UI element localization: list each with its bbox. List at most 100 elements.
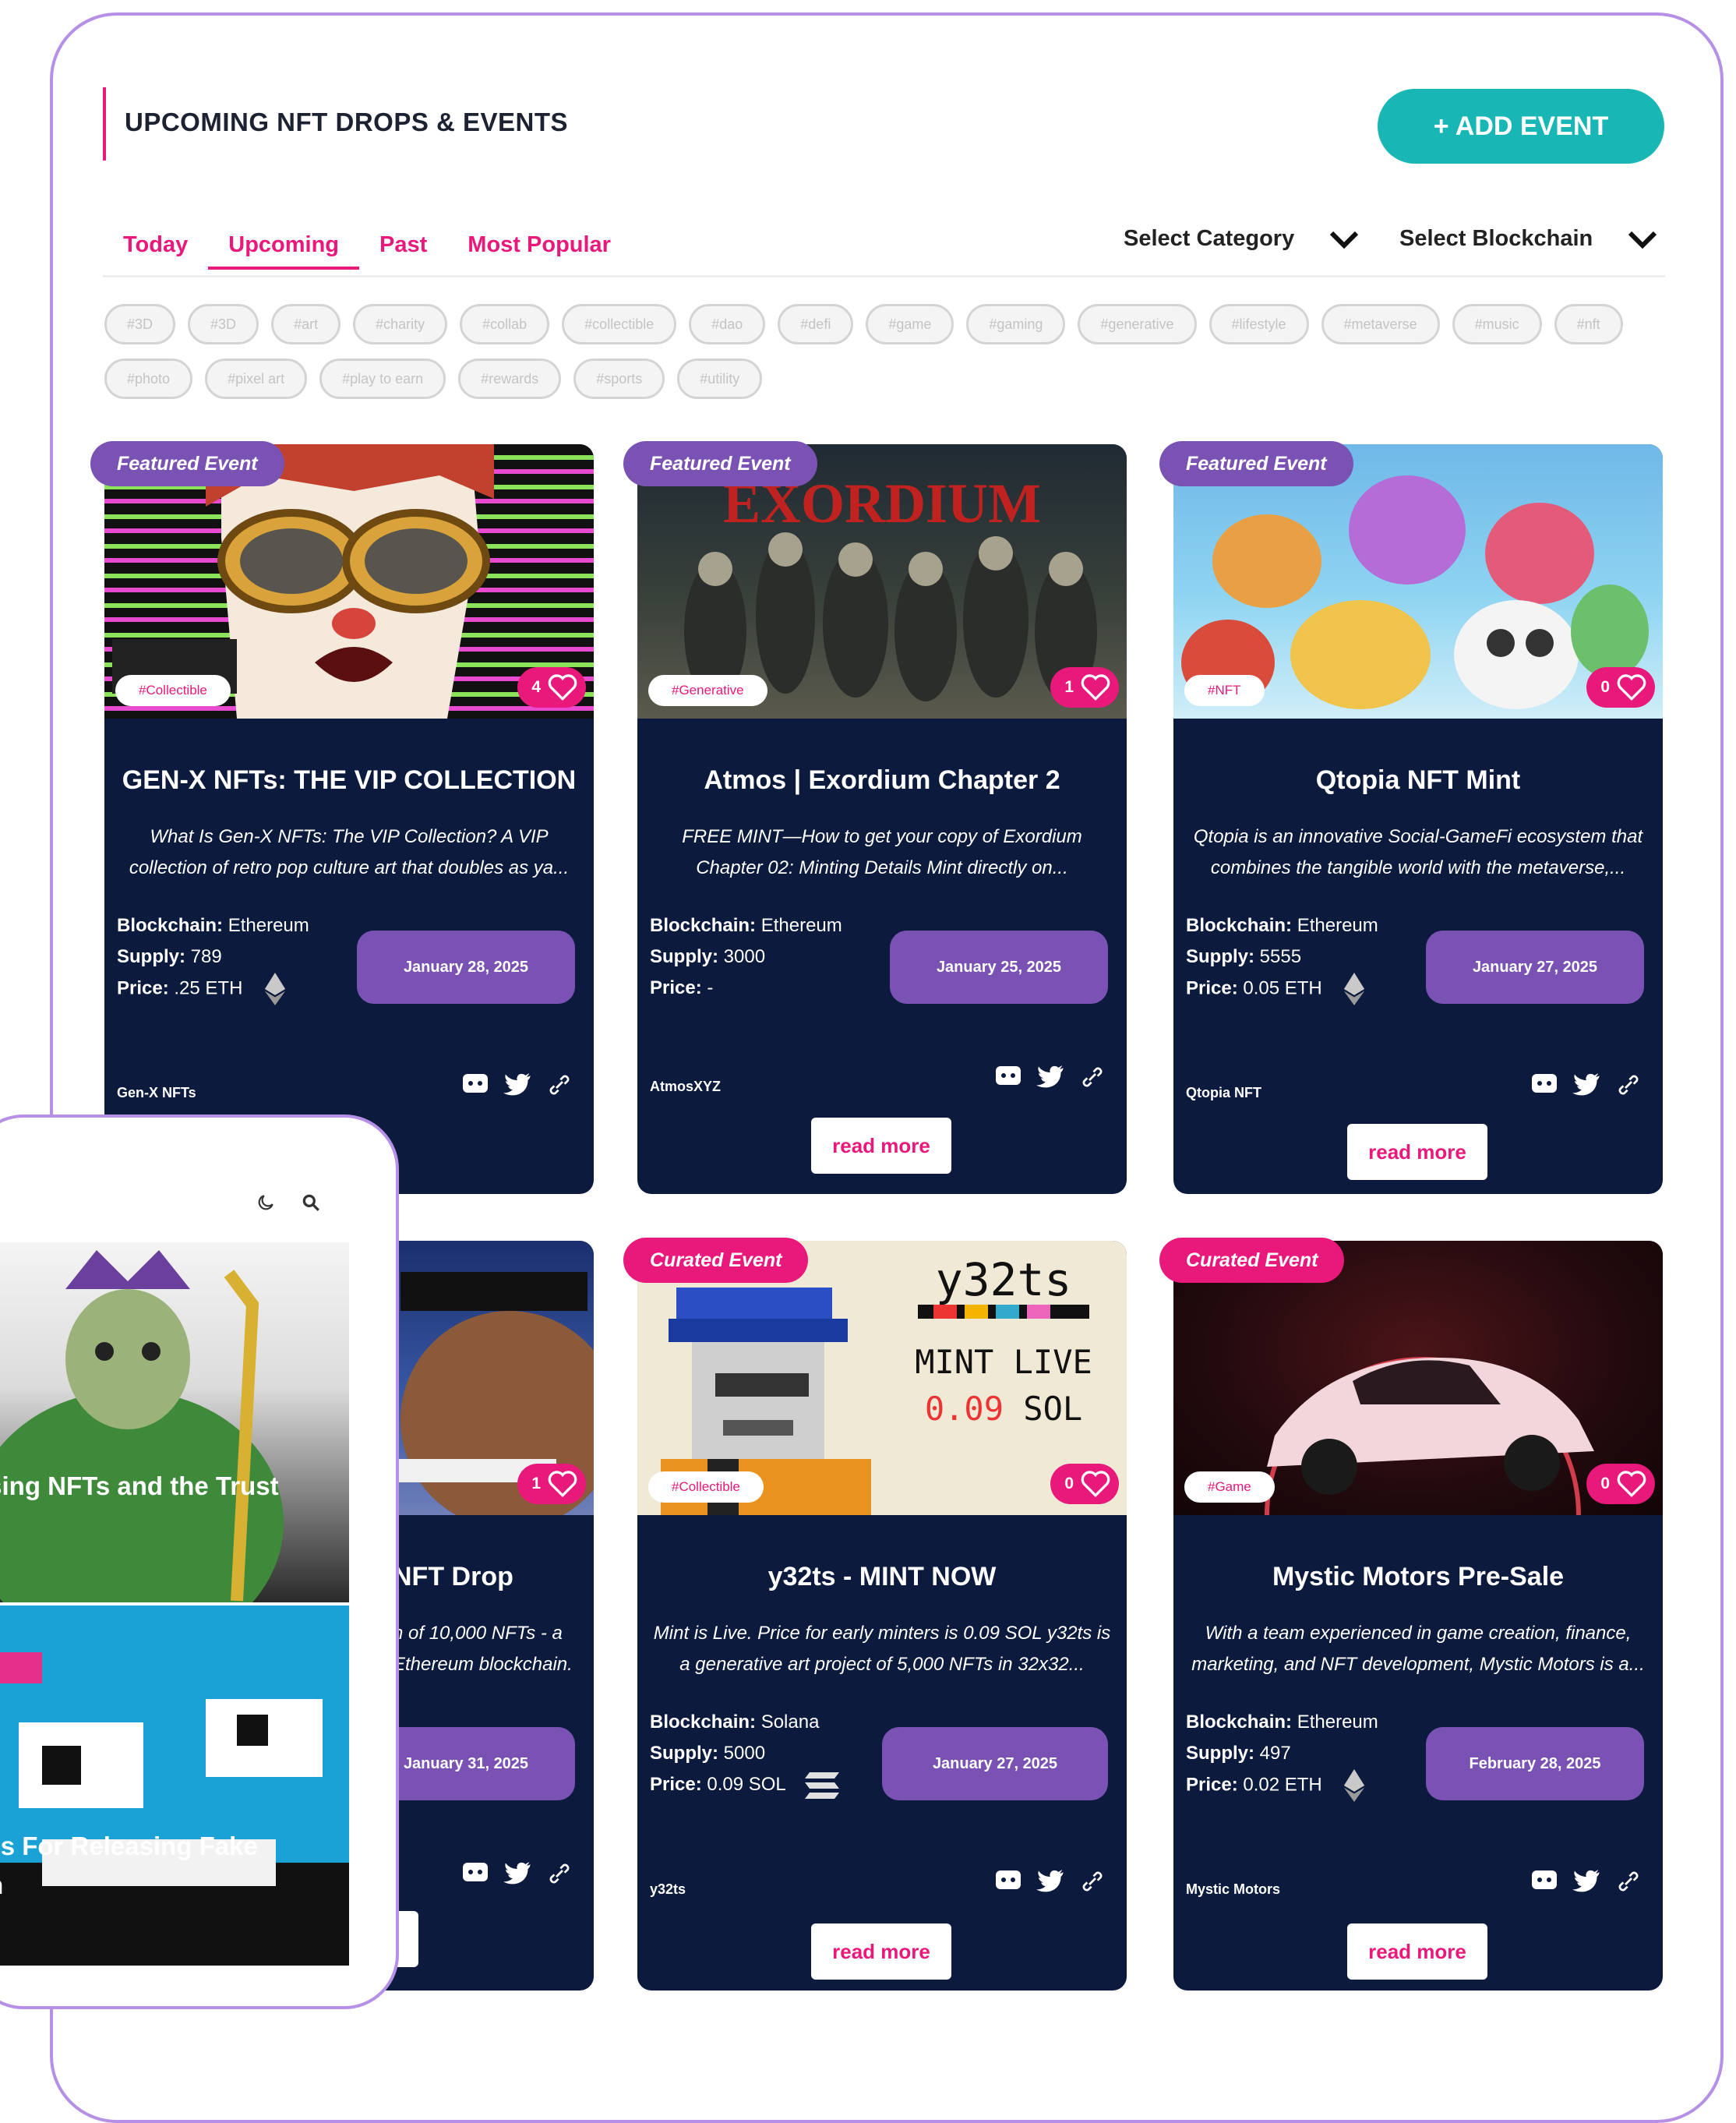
discord-icon[interactable] bbox=[994, 1869, 1022, 1894]
read-more-button[interactable]: read more bbox=[811, 1923, 951, 1980]
read-more-button[interactable]: read more bbox=[1347, 1124, 1487, 1180]
link-icon[interactable] bbox=[545, 1072, 573, 1097]
twitter-icon[interactable] bbox=[1036, 1065, 1064, 1090]
event-title[interactable]: y32ts - MINT NOW bbox=[637, 1562, 1127, 1592]
twitter-icon[interactable] bbox=[503, 1072, 531, 1097]
tag-chip[interactable]: #collab bbox=[460, 304, 550, 344]
tag-chip[interactable]: #dao bbox=[689, 304, 766, 344]
event-date-button[interactable]: February 28, 2025 bbox=[1426, 1727, 1644, 1800]
tag-chip[interactable]: #game bbox=[866, 304, 954, 344]
discord-icon[interactable] bbox=[1530, 1072, 1558, 1097]
event-title[interactable]: Atmos | Exordium Chapter 2 bbox=[637, 765, 1127, 796]
link-icon[interactable] bbox=[1614, 1869, 1642, 1894]
discord-icon[interactable] bbox=[994, 1065, 1022, 1090]
event-title[interactable]: Qtopia NFT Mint bbox=[1173, 765, 1663, 796]
story-headline[interactable]: osing NFTs and the Trust bbox=[0, 1471, 279, 1501]
tag-chip[interactable]: #collectible bbox=[562, 304, 677, 344]
tab-today[interactable]: Today bbox=[103, 226, 208, 270]
tag-chip[interactable]: #generative bbox=[1078, 304, 1197, 344]
like-button[interactable]: 0 bbox=[1586, 667, 1655, 708]
read-more-button[interactable]: read more bbox=[811, 1118, 951, 1174]
title-accent-bar bbox=[103, 87, 106, 161]
twitter-icon[interactable] bbox=[1036, 1869, 1064, 1894]
link-icon[interactable] bbox=[1078, 1065, 1106, 1090]
tab-most-popular[interactable]: Most Popular bbox=[447, 226, 631, 270]
tag-chip[interactable]: #rewards bbox=[458, 359, 562, 399]
like-button[interactable]: 1 bbox=[517, 1464, 586, 1504]
event-date-button[interactable]: January 27, 2025 bbox=[882, 1727, 1108, 1800]
art-price: 0.09 SOL bbox=[925, 1390, 1082, 1428]
search-icon[interactable] bbox=[301, 1192, 321, 1213]
blockchain-select-label: Select Blockchain bbox=[1399, 226, 1593, 251]
category-pill[interactable]: #Collectible bbox=[648, 1471, 764, 1503]
featured-badge: Featured Event bbox=[90, 441, 284, 486]
category-pill[interactable]: #Generative bbox=[648, 675, 767, 706]
event-date-button[interactable]: January 27, 2025 bbox=[1426, 931, 1644, 1004]
twitter-icon[interactable] bbox=[503, 1861, 531, 1886]
price-label: Price: bbox=[650, 977, 702, 998]
tag-chip[interactable]: #utility bbox=[677, 359, 763, 399]
tag-chip[interactable]: #charity bbox=[353, 304, 448, 344]
discord-icon[interactable] bbox=[461, 1861, 489, 1886]
price-value: .25 ETH bbox=[174, 977, 243, 999]
discord-icon[interactable] bbox=[1530, 1869, 1558, 1894]
category-pill[interactable]: #Collectible bbox=[115, 675, 231, 706]
event-title[interactable]: GEN-X NFTs: THE VIP COLLECTION bbox=[104, 765, 594, 796]
like-button[interactable]: 4 bbox=[517, 667, 586, 708]
blockchain-value: Ethereum bbox=[1297, 915, 1378, 936]
supply-value: 497 bbox=[1259, 1743, 1291, 1764]
link-icon[interactable] bbox=[1078, 1869, 1106, 1894]
category-select[interactable]: Select Category bbox=[1124, 226, 1360, 252]
moon-icon[interactable] bbox=[256, 1192, 276, 1213]
tag-chip[interactable]: #3D bbox=[104, 304, 176, 344]
tag-chip[interactable]: #sports bbox=[573, 359, 665, 399]
event-date-button[interactable]: January 28, 2025 bbox=[357, 931, 575, 1004]
project-name[interactable]: AtmosXYZ bbox=[650, 1079, 721, 1095]
like-button[interactable]: 1 bbox=[1050, 667, 1119, 708]
event-date-button[interactable]: January 25, 2025 bbox=[890, 931, 1108, 1004]
supply-label: Supply: bbox=[650, 1743, 718, 1764]
add-event-button[interactable]: + ADD EVENT bbox=[1378, 89, 1664, 164]
event-description: What Is Gen-X NFTs: The VIP Collection? … bbox=[129, 826, 570, 878]
read-more-button[interactable]: read more bbox=[1347, 1923, 1487, 1980]
blockchain-value: Ethereum bbox=[228, 915, 309, 936]
like-count: 0 bbox=[1600, 678, 1610, 696]
tab-past[interactable]: Past bbox=[359, 226, 447, 270]
project-name[interactable]: Gen-X NFTs bbox=[117, 1085, 196, 1101]
tag-chip[interactable]: #art bbox=[271, 304, 341, 344]
tab-upcoming[interactable]: Upcoming bbox=[208, 226, 360, 270]
event-card: Featured Event #NFT 0 Qtopia NFT Mint Qt… bbox=[1159, 441, 1663, 1194]
discord-icon[interactable] bbox=[461, 1072, 489, 1097]
tag-chip[interactable]: #pixel art bbox=[205, 359, 308, 399]
like-button[interactable]: 0 bbox=[1050, 1464, 1119, 1504]
event-title[interactable]: Mystic Motors Pre-Sale bbox=[1173, 1562, 1663, 1592]
event-meta: Blockchain: Ethereum Supply: 5555 Price:… bbox=[1186, 910, 1378, 1005]
twitter-icon[interactable] bbox=[1572, 1869, 1600, 1894]
event-title[interactable]: NFT Drop bbox=[393, 1562, 513, 1592]
category-pill[interactable]: #NFT bbox=[1184, 675, 1265, 706]
blockchain-select[interactable]: Select Blockchain bbox=[1399, 226, 1658, 252]
project-name[interactable]: Qtopia NFT bbox=[1186, 1085, 1261, 1101]
tag-chip[interactable]: #music bbox=[1452, 304, 1542, 344]
story-headline[interactable]: ses For Releasing Fake bbox=[0, 1832, 258, 1861]
news-story[interactable]: ses For Releasing Fake on bbox=[0, 1605, 349, 1966]
project-name[interactable]: y32ts bbox=[650, 1881, 686, 1898]
link-icon[interactable] bbox=[545, 1861, 573, 1886]
tag-chip[interactable]: #play to earn bbox=[319, 359, 446, 399]
link-icon[interactable] bbox=[1614, 1072, 1642, 1097]
twitter-icon[interactable] bbox=[1572, 1072, 1600, 1097]
like-count: 1 bbox=[1064, 678, 1074, 696]
tag-chip[interactable]: #gaming bbox=[966, 304, 1066, 344]
tag-chip[interactable]: #3D bbox=[188, 304, 259, 344]
tag-chip[interactable]: #nft bbox=[1554, 304, 1623, 344]
tag-chip[interactable]: #metaverse bbox=[1321, 304, 1440, 344]
tag-chip[interactable]: #defi bbox=[778, 304, 854, 344]
project-name[interactable]: Mystic Motors bbox=[1186, 1881, 1280, 1898]
tag-chip[interactable]: #photo bbox=[104, 359, 193, 399]
tag-chip[interactable]: #lifestyle bbox=[1208, 304, 1309, 344]
like-button[interactable]: 0 bbox=[1586, 1464, 1655, 1504]
news-story[interactable]: osing NFTs and the Trust bbox=[0, 1242, 349, 1602]
category-pill[interactable]: #Game bbox=[1184, 1471, 1275, 1503]
event-card: Curated Event #Game 0 Mystic Motors Pre-… bbox=[1159, 1238, 1663, 1991]
story-headline-cont[interactable]: on bbox=[0, 1870, 3, 1900]
